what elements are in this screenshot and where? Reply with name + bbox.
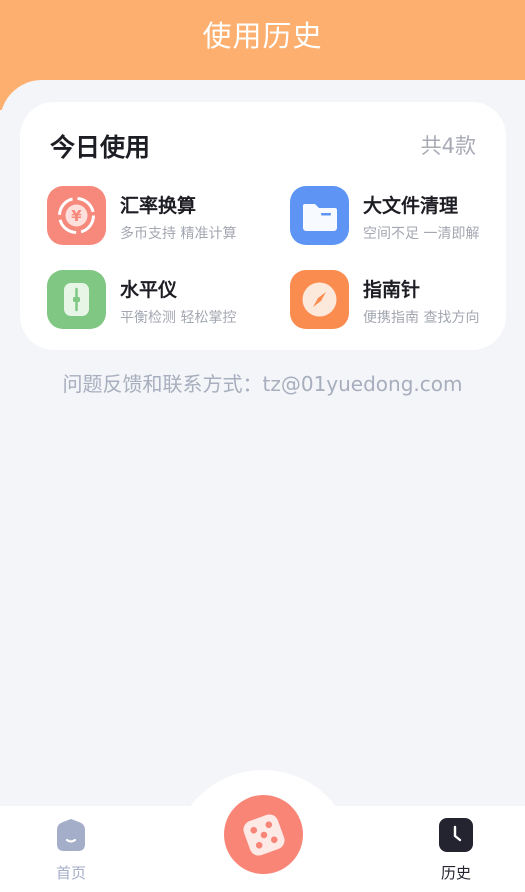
tool-name: 水平仪 (120, 279, 178, 301)
tab-home[interactable]: 首页 (40, 806, 102, 886)
tool-desc: 平衡检测 轻松掌控 (120, 310, 237, 326)
tool-desc: 便携指南 查找方向 (363, 310, 480, 326)
tab-history-label: 历史 (441, 864, 472, 882)
tool-desc: 多币支持 精准计算 (120, 226, 237, 242)
home-icon (53, 818, 89, 858)
folder-icon (290, 186, 349, 245)
card-title: 今日使用 (50, 133, 151, 162)
tool-currency-exchange[interactable]: ¥ 汇率换算 多币支持 精准计算 (47, 186, 267, 248)
svg-text:¥: ¥ (71, 207, 82, 225)
tool-large-file-cleanup[interactable]: 大文件清理 空间不足 一清即解 (290, 186, 510, 248)
page-title: 使用历史 (202, 19, 323, 53)
tool-name: 指南针 (363, 279, 421, 301)
tool-name: 汇率换算 (120, 195, 197, 217)
today-usage-card: 今日使用 共4款 ¥ 汇率换算 多币支持 精准计算 大文件清理 空间不足 一清即… (20, 102, 506, 350)
tool-compass[interactable]: 指南针 便携指南 查找方向 (290, 270, 510, 332)
tool-count: 共4款 (420, 134, 476, 158)
tool-name: 大文件清理 (363, 195, 459, 217)
compass-icon (290, 270, 349, 329)
tool-desc: 空间不足 一清即解 (363, 226, 480, 242)
random-tool-button[interactable] (224, 795, 303, 874)
tab-home-label: 首页 (56, 864, 87, 882)
tab-history[interactable]: 历史 (424, 806, 486, 886)
level-icon (47, 270, 106, 329)
feedback-contact: 问题反馈和联系方式：tz@01yuedong.com (62, 372, 463, 396)
clock-icon (438, 817, 474, 857)
tool-level[interactable]: 水平仪 平衡检测 轻松掌控 (47, 270, 267, 332)
dice-icon (240, 811, 288, 863)
currency-exchange-icon: ¥ (47, 186, 106, 245)
